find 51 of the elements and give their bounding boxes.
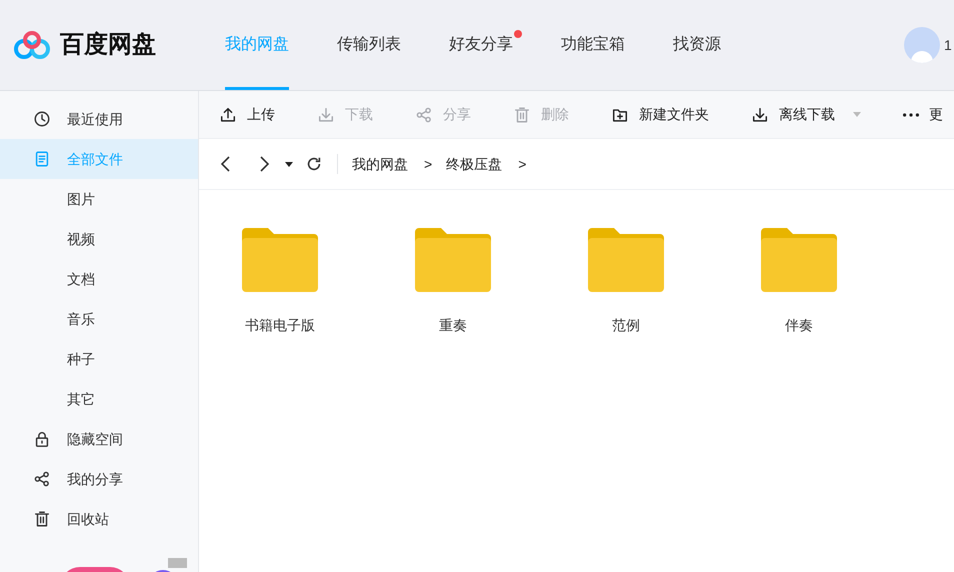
share-icon	[33, 470, 51, 488]
sidebar-item[interactable]: 图片	[0, 179, 198, 219]
sidebar-item[interactable]: 隐藏空间	[0, 419, 198, 459]
breadcrumb-separator: >	[424, 154, 432, 174]
nav-tab[interactable]: 功能宝箱	[561, 0, 625, 90]
nav-tab[interactable]: 传输列表	[337, 0, 401, 90]
folder-item[interactable]: 书籍电子版	[242, 228, 318, 336]
lock-icon	[33, 430, 51, 448]
folder-name: 伴奏	[785, 316, 813, 335]
toolbar-button[interactable]: 更	[903, 104, 943, 125]
user-name[interactable]: 1	[944, 34, 954, 56]
toolbar-button[interactable]: 上传	[219, 104, 275, 125]
download-icon	[317, 106, 335, 124]
download-icon	[751, 106, 769, 124]
clock-icon	[33, 110, 51, 128]
refresh-icon[interactable]	[305, 155, 323, 173]
folder-name: 书籍电子版	[245, 316, 315, 335]
breadcrumb-link[interactable]: 终极压盘	[446, 154, 502, 174]
folder-item[interactable]: 范例	[588, 228, 664, 336]
folder-icon	[761, 228, 837, 292]
cloud-logo-icon	[12, 30, 52, 60]
more-icon	[903, 112, 919, 116]
folder-icon	[415, 228, 491, 292]
folder-icon	[242, 228, 318, 292]
sidebar-item[interactable]: 最近使用	[0, 99, 198, 139]
folder-name: 范例	[612, 316, 640, 335]
sidebar-item[interactable]: 我的分享	[0, 459, 198, 499]
sidebar-item[interactable]: 其它	[0, 379, 198, 419]
sidebar-item[interactable]: 音乐	[0, 299, 198, 339]
folder-item[interactable]: 伴奏	[761, 228, 837, 336]
toolbar-button[interactable]: 离线下载	[751, 104, 861, 125]
upload-icon	[219, 106, 237, 124]
caret-icon[interactable]	[285, 162, 293, 166]
folder-icon	[588, 228, 664, 292]
sidebar-item[interactable]: 文档	[0, 259, 198, 299]
toolbar-button[interactable]: 新建文件夹	[611, 104, 709, 125]
breadcrumb-separator: >	[518, 154, 526, 174]
document-icon	[33, 150, 51, 168]
folder-item[interactable]: 重奏	[415, 228, 491, 336]
sidebar-item[interactable]: 回收站	[0, 499, 198, 539]
sidebar-item[interactable]: 种子	[0, 339, 198, 379]
share-icon	[415, 106, 433, 124]
trash-icon	[513, 106, 531, 124]
nav-tab[interactable]: 好友分享	[449, 0, 513, 90]
breadcrumb-link[interactable]: 我的网盘	[352, 154, 408, 174]
app-name: 百度网盘	[60, 30, 156, 60]
folder-name: 重奏	[439, 316, 467, 335]
nav-tab[interactable]: 找资源	[673, 0, 721, 90]
caret-icon	[853, 112, 861, 117]
sidebar-item[interactable]: 视频	[0, 219, 198, 259]
trash-icon	[33, 510, 51, 528]
